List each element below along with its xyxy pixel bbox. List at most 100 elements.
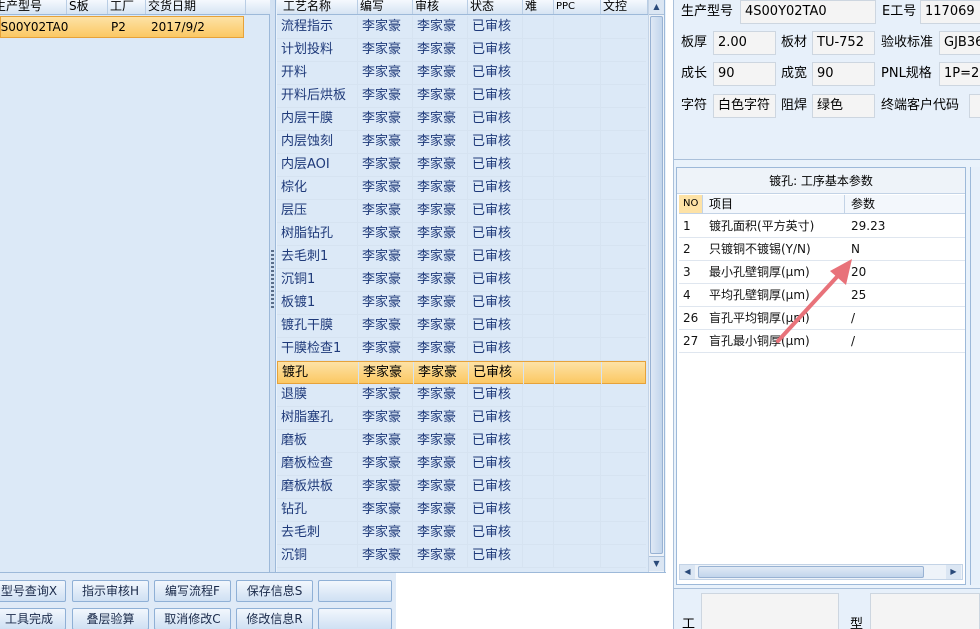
process-row[interactable]: 钻孔 李家豪 李家豪 已审核 <box>277 499 646 522</box>
col-header-date[interactable]: 交货日期 <box>146 0 246 14</box>
params-col-item[interactable]: 项目 <box>703 195 845 213</box>
process-row-selected[interactable]: 镀孔 李家豪 李家豪 已审核 <box>277 361 646 385</box>
writer-cell: 李家豪 <box>358 85 413 108</box>
reviewer-cell: 李家豪 <box>414 362 469 385</box>
scroll-down-icon[interactable]: ▼ <box>649 556 664 571</box>
difficulty-cell <box>523 200 554 223</box>
cancel-edit-button[interactable]: 取消修改C <box>154 608 231 629</box>
mask-field[interactable]: 绿色 <box>812 94 875 118</box>
reviewer-cell: 李家豪 <box>413 499 468 522</box>
difficulty-cell <box>523 292 554 315</box>
process-row[interactable]: 内层干膜 李家豪 李家豪 已审核 <box>277 108 646 131</box>
process-row[interactable]: 退膜 李家豪 李家豪 已审核 <box>277 384 646 407</box>
params-col-no[interactable]: NO <box>679 195 703 213</box>
col-header-ppc[interactable]: PPC <box>554 0 601 14</box>
param-row[interactable]: 1 镀孔面积(平方英寸) 29.23 <box>679 215 965 238</box>
process-row[interactable]: 树脂钻孔 李家豪 李家豪 已审核 <box>277 223 646 246</box>
ppc-cell <box>554 384 601 407</box>
scroll-left-icon[interactable]: ◀ <box>680 565 695 579</box>
standard-field[interactable]: GJB36 <box>939 31 980 55</box>
status-cell: 已审核 <box>468 476 523 499</box>
scroll-up-icon[interactable]: ▲ <box>649 0 664 15</box>
char-field[interactable]: 白色字符 <box>713 94 776 118</box>
stackup-verify-button[interactable]: 叠层验算 <box>72 608 149 629</box>
process-scrollbar[interactable]: ▲ ▼ <box>648 0 664 572</box>
process-row[interactable]: 磨板检查 李家豪 李家豪 已审核 <box>277 453 646 476</box>
model-field[interactable]: 4S00Y02TA0 <box>740 0 876 24</box>
save-info-button[interactable]: 保存信息S <box>236 580 313 602</box>
mask-label: 阻焊 <box>781 98 808 113</box>
params-col-value[interactable]: 参数 <box>845 195 965 213</box>
right-divider <box>666 0 674 629</box>
model-list-panel: 生产型号 S板 工厂 交货日期 4S00Y02TA0 P2 2017/9/2 <box>0 0 270 572</box>
process-name-cell: 镀孔 <box>278 362 359 385</box>
bottom-field-1[interactable] <box>701 593 839 629</box>
blank-button-2[interactable] <box>318 608 392 629</box>
param-no-cell: 2 <box>683 242 691 256</box>
process-row[interactable]: 沉铜1 李家豪 李家豪 已审核 <box>277 269 646 292</box>
process-row[interactable]: 层压 李家豪 李家豪 已审核 <box>277 200 646 223</box>
ppc-cell <box>554 131 601 154</box>
bottom-field-2[interactable] <box>870 593 980 629</box>
material-field[interactable]: TU-752 <box>812 31 875 55</box>
reviewer-cell: 李家豪 <box>413 338 468 361</box>
status-cell: 已审核 <box>468 16 523 39</box>
process-row[interactable]: 棕化 李家豪 李家豪 已审核 <box>277 177 646 200</box>
scroll-thumb[interactable] <box>650 16 663 554</box>
process-row[interactable]: 开料 李家豪 李家豪 已审核 <box>277 62 646 85</box>
length-field[interactable]: 90 <box>713 62 776 86</box>
col-header-difficulty[interactable]: 难 <box>523 0 554 14</box>
process-row[interactable]: 内层AOI 李家豪 李家豪 已审核 <box>277 154 646 177</box>
eno-field[interactable]: 117069 <box>920 0 980 24</box>
blank-button-1[interactable] <box>318 580 392 602</box>
col-header-model[interactable]: 生产型号 <box>0 0 67 14</box>
instruction-review-button[interactable]: 指示审核H <box>72 580 149 602</box>
reviewer-cell: 李家豪 <box>413 16 468 39</box>
width-field[interactable]: 90 <box>812 62 875 86</box>
customer-field[interactable] <box>969 94 980 118</box>
edit-info-button[interactable]: 修改信息R <box>236 608 313 629</box>
process-row[interactable]: 沉铜 李家豪 李家豪 已审核 <box>277 545 646 568</box>
ppc-cell <box>555 362 602 385</box>
thickness-field[interactable]: 2.00 <box>713 31 776 55</box>
params-hscrollbar[interactable]: ◀ ▶ <box>679 564 963 580</box>
ppc-cell <box>554 499 601 522</box>
col-header-doc-control[interactable]: 文控 <box>601 0 648 14</box>
writer-cell: 李家豪 <box>358 545 413 568</box>
model-list-row[interactable]: 4S00Y02TA0 P2 2017/9/2 <box>0 16 244 38</box>
reviewer-cell: 李家豪 <box>413 39 468 62</box>
process-row[interactable]: 去毛刺1 李家豪 李家豪 已审核 <box>277 246 646 269</box>
reviewer-cell: 李家豪 <box>413 85 468 108</box>
process-row[interactable]: 内层蚀刻 李家豪 李家豪 已审核 <box>277 131 646 154</box>
date-cell: 2017/9/2 <box>151 20 205 34</box>
col-header-s[interactable]: S板 <box>67 0 108 14</box>
process-row[interactable]: 干膜检查1 李家豪 李家豪 已审核 <box>277 338 646 361</box>
scroll-right-icon[interactable]: ▶ <box>946 565 961 579</box>
doc-control-cell <box>601 269 646 292</box>
doc-control-cell <box>601 39 646 62</box>
process-row[interactable]: 去毛刺 李家豪 李家豪 已审核 <box>277 522 646 545</box>
pnl-field[interactable]: 1P=2 <box>939 62 980 86</box>
tool-complete-button[interactable]: 工具完成 <box>0 608 66 629</box>
process-row[interactable]: 板镀1 李家豪 李家豪 已审核 <box>277 292 646 315</box>
col-header-process-name[interactable]: 工艺名称 <box>277 0 358 14</box>
col-header-writer[interactable]: 编写 <box>358 0 413 14</box>
param-no-cell: 27 <box>683 334 699 348</box>
process-row[interactable]: 镀孔干膜 李家豪 李家豪 已审核 <box>277 315 646 338</box>
process-row[interactable]: 磨板烘板 李家豪 李家豪 已审核 <box>277 476 646 499</box>
process-row[interactable]: 开料后烘板 李家豪 李家豪 已审核 <box>277 85 646 108</box>
ppc-cell <box>554 16 601 39</box>
edit-flow-button[interactable]: 编写流程F <box>154 580 231 602</box>
process-row[interactable]: 流程指示 李家豪 李家豪 已审核 <box>277 16 646 39</box>
splitter-handle[interactable] <box>270 0 276 572</box>
col-header-factory[interactable]: 工厂 <box>108 0 146 14</box>
col-header-status[interactable]: 状态 <box>468 0 523 14</box>
col-header-reviewer[interactable]: 审核 <box>413 0 468 14</box>
process-row[interactable]: 计划投料 李家豪 李家豪 已审核 <box>277 39 646 62</box>
process-row[interactable]: 树脂塞孔 李家豪 李家豪 已审核 <box>277 407 646 430</box>
process-row[interactable]: 磨板 李家豪 李家豪 已审核 <box>277 430 646 453</box>
param-value-cell: 29.23 <box>851 219 886 233</box>
param-value-cell: / <box>851 311 856 325</box>
hscroll-thumb[interactable] <box>698 566 924 578</box>
model-query-button[interactable]: 型号查询X <box>0 580 66 602</box>
